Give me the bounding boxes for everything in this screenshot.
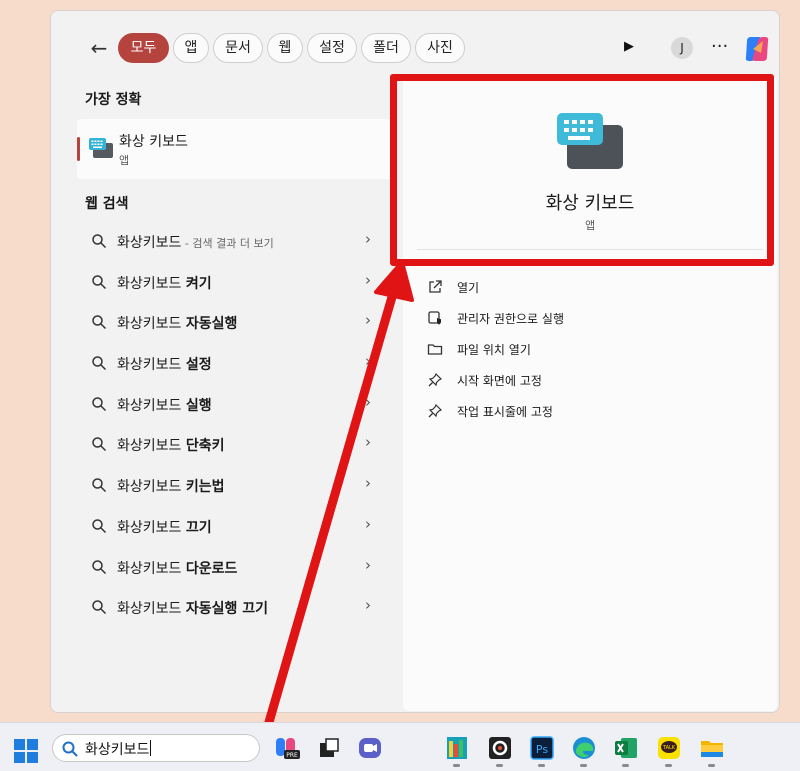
file-explorer-icon[interactable] [699,735,725,767]
svg-text:PRE: PRE [286,752,298,759]
task-view-icon[interactable] [316,735,342,761]
running-indicator [580,764,587,767]
svg-text:TALK: TALK [662,745,676,751]
photoshop-icon[interactable]: Ps [529,735,555,767]
running-indicator [708,764,715,767]
running-indicator [453,764,460,767]
taskbar-search-input[interactable]: 화상키보드 [85,739,152,759]
excel-icon[interactable] [613,735,639,767]
running-indicator [665,764,672,767]
kakaotalk-icon[interactable]: TALK [656,735,682,767]
copilot-pre-icon[interactable]: PRE [274,735,300,761]
edge-icon[interactable] [571,735,597,767]
running-indicator [496,764,503,767]
app-icon[interactable] [487,735,513,767]
chat-icon[interactable] [357,735,383,761]
svg-text:Ps: Ps [536,743,548,756]
taskbar-search-box[interactable]: 화상키보드 [52,734,260,762]
annotation-arrow [260,260,414,741]
app-icon[interactable] [444,735,470,767]
taskbar: 화상키보드 PRE Ps TALK [0,722,800,771]
running-indicator [622,764,629,767]
running-indicator [538,764,545,767]
windows-start-icon[interactable] [14,739,38,763]
search-icon [62,741,78,757]
